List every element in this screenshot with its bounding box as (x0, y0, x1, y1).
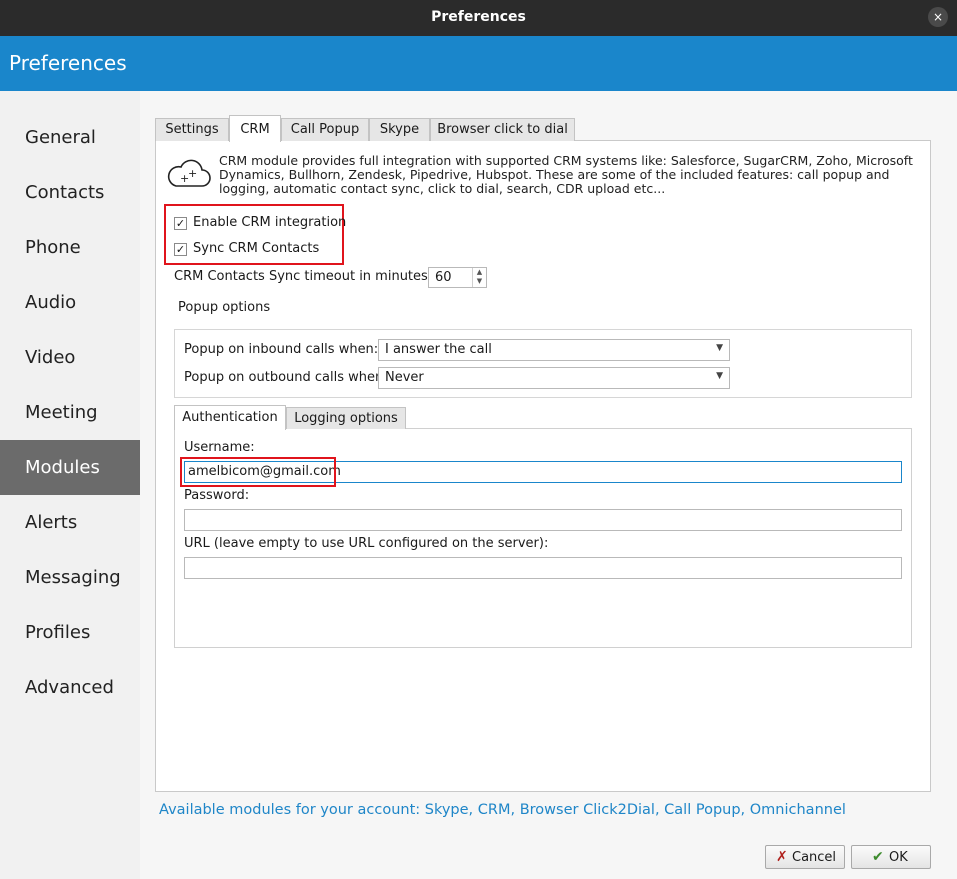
ok-button-label: OK (889, 850, 908, 865)
sidebar-item-advanced[interactable]: Advanced (0, 660, 140, 715)
tab-logging-options[interactable]: Logging options (286, 407, 406, 429)
outbound-popup-value: Never (385, 370, 424, 385)
sidebar-item-modules[interactable]: Modules (0, 440, 140, 495)
sidebar-item-messaging[interactable]: Messaging (0, 550, 140, 605)
inbound-popup-value: I answer the call (385, 342, 492, 357)
sidebar-item-contacts[interactable]: Contacts (0, 165, 140, 220)
page-title: Preferences (9, 51, 127, 75)
sync-crm-label: Sync CRM Contacts (193, 241, 320, 256)
sync-timeout-label: CRM Contacts Sync timeout in minutes (174, 269, 428, 284)
sync-crm-checkbox[interactable]: ✓ (174, 243, 187, 256)
tab-settings[interactable]: Settings (155, 118, 229, 141)
sync-timeout-spinbox[interactable]: 60 ▲ ▼ (428, 267, 487, 288)
tab-browser-click-to-dial[interactable]: Browser click to dial (430, 118, 575, 141)
sidebar-item-video[interactable]: Video (0, 330, 140, 385)
header-bar: Preferences (0, 36, 957, 91)
window-titlebar: Preferences × (0, 0, 957, 36)
sidebar-item-alerts[interactable]: Alerts (0, 495, 140, 550)
cancel-button[interactable]: ✗ Cancel (765, 845, 845, 869)
enable-crm-label: Enable CRM integration (193, 215, 347, 230)
popup-options-title: Popup options (178, 300, 271, 315)
inbound-popup-select[interactable]: I answer the call ▼ (378, 339, 730, 361)
highlight-box-username (180, 457, 336, 487)
close-icon[interactable]: × (928, 7, 948, 27)
tab-crm[interactable]: CRM (229, 115, 281, 142)
cancel-button-label: Cancel (792, 850, 837, 865)
tab-authentication[interactable]: Authentication (174, 405, 286, 430)
window-title: Preferences (431, 9, 526, 25)
sidebar-item-general[interactable]: General (0, 110, 140, 165)
available-modules-text: Available modules for your account: Skyp… (159, 802, 846, 818)
enable-crm-checkbox[interactable]: ✓ (174, 217, 187, 230)
tab-call-popup[interactable]: Call Popup (281, 118, 369, 141)
cloud-plus-icon: + + (166, 158, 212, 194)
spin-arrows-icon[interactable]: ▲ ▼ (472, 268, 486, 287)
password-field[interactable] (184, 509, 902, 531)
sidebar: General Contacts Phone Audio Video Meeti… (0, 91, 140, 879)
chevron-down-icon: ▼ (716, 371, 723, 381)
sidebar-item-profiles[interactable]: Profiles (0, 605, 140, 660)
ok-check-icon: ✔ (872, 849, 884, 865)
sidebar-item-meeting[interactable]: Meeting (0, 385, 140, 440)
outbound-popup-select[interactable]: Never ▼ (378, 367, 730, 389)
password-label: Password: (184, 488, 250, 503)
cancel-x-icon: ✗ (776, 849, 788, 865)
inbound-popup-label: Popup on inbound calls when: (184, 342, 379, 357)
outbound-popup-label: Popup on outbound calls when: (184, 370, 388, 385)
sync-timeout-value: 60 (435, 270, 452, 285)
svg-text:+: + (188, 167, 197, 180)
sidebar-item-phone[interactable]: Phone (0, 220, 140, 275)
url-label: URL (leave empty to use URL configured o… (184, 536, 549, 551)
chevron-down-icon: ▼ (716, 343, 723, 353)
url-field[interactable] (184, 557, 902, 579)
crm-description: CRM module provides full integration wit… (219, 153, 913, 196)
ok-button[interactable]: ✔ OK (851, 845, 931, 869)
tab-skype[interactable]: Skype (369, 118, 430, 141)
sidebar-item-audio[interactable]: Audio (0, 275, 140, 330)
username-label: Username: (184, 440, 255, 455)
